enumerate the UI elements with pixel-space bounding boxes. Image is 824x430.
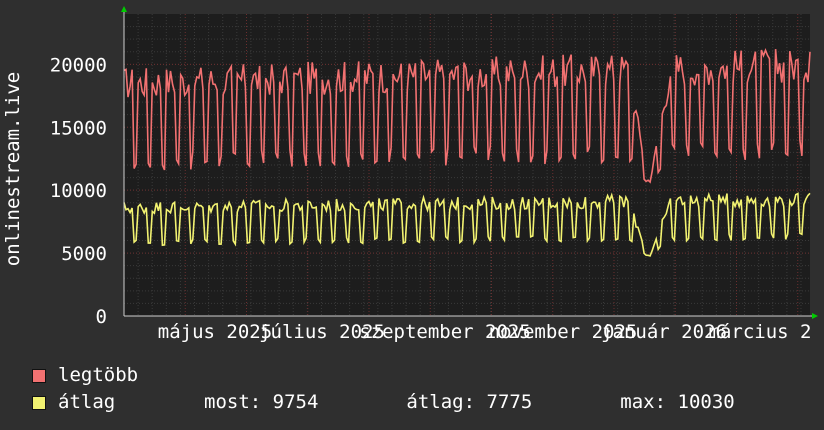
x-tick-label: március 2 bbox=[709, 321, 812, 343]
legend-swatch-atlag bbox=[32, 395, 46, 410]
stat-most-value: 9754 bbox=[272, 391, 319, 413]
y-tick-label: 5000 bbox=[61, 243, 107, 265]
y-axis-label: onlinestream.live bbox=[2, 72, 24, 266]
legend-item-atlag: átlag most: 9754 átlag: 7775 max: 10030 bbox=[32, 389, 735, 416]
stat-atlag-label: átlag: bbox=[406, 391, 476, 413]
legend-label-atlag: átlag bbox=[58, 391, 116, 413]
legend-swatch-legtobb bbox=[32, 368, 46, 383]
y-tick-label: 20000 bbox=[50, 54, 107, 76]
x-axis-arrow bbox=[812, 313, 818, 319]
y-tick-label: 10000 bbox=[50, 180, 107, 202]
x-tick-label: május 2025 bbox=[158, 321, 272, 343]
stat-max-label: max: bbox=[620, 391, 667, 413]
grid bbox=[123, 14, 810, 316]
chart: 0 5000 10000 15000 20000 onlinestream.live máj… bbox=[2, 6, 818, 343]
legend-label-legtobb: legtöbb bbox=[58, 364, 139, 386]
stat-most-label: most: bbox=[204, 391, 262, 413]
legend-item-legtobb: legtöbb bbox=[32, 362, 735, 389]
legend: legtöbb átlag most: 9754 átlag: 7775 max… bbox=[32, 362, 735, 416]
stat-max-value: 10030 bbox=[677, 391, 735, 413]
y-tick-label: 0 bbox=[96, 306, 107, 328]
y-axis-arrow bbox=[121, 6, 127, 12]
stat-atlag-value: 7775 bbox=[486, 391, 533, 413]
y-tick-label: 15000 bbox=[50, 117, 107, 139]
